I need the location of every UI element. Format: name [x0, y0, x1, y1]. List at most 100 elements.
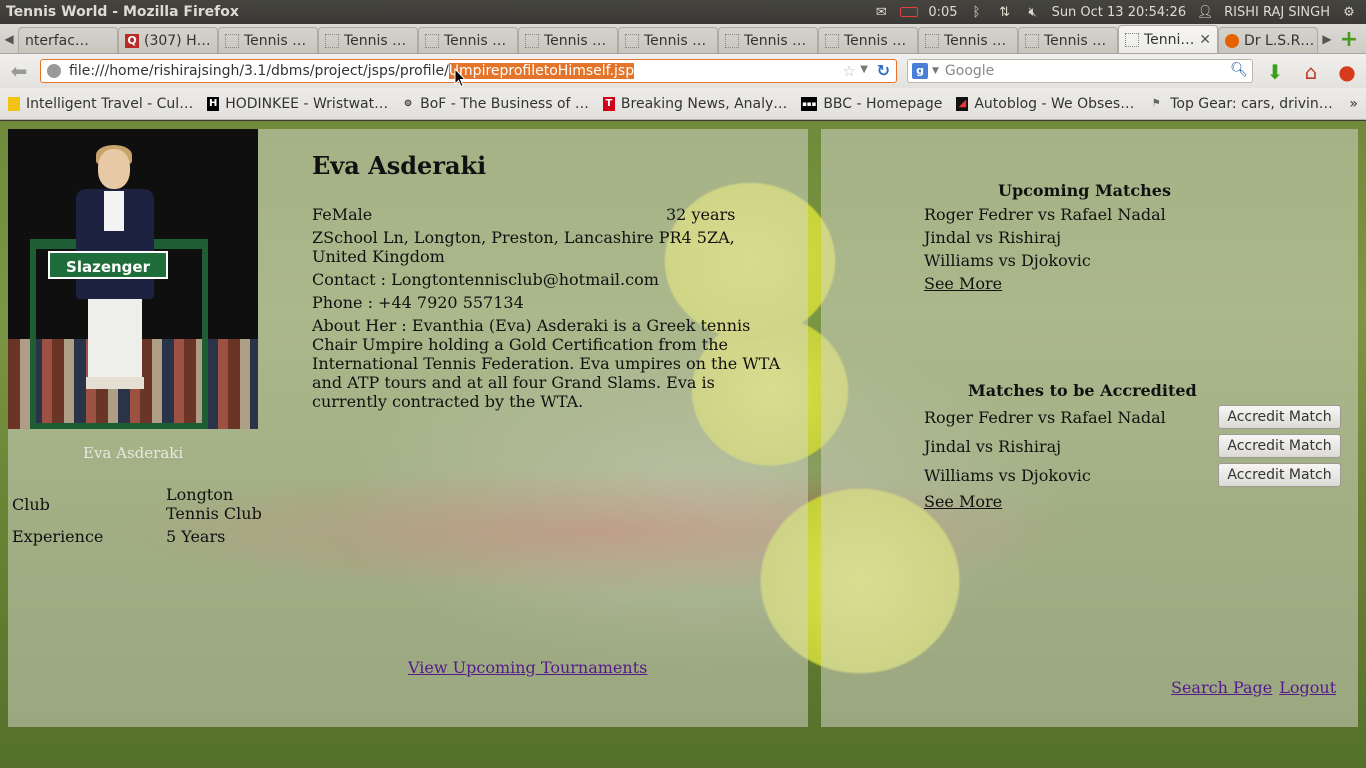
accredit-match-button[interactable]: Accredit Match	[1218, 405, 1341, 429]
search-placeholder: Google	[944, 63, 995, 79]
bookmark-item[interactable]: ⊚ BoF - The Business of …	[402, 96, 589, 112]
blank-page-icon	[725, 33, 739, 48]
bookmark-star-icon[interactable]: ☆	[843, 62, 856, 80]
browser-tab[interactable]: Tennis …	[518, 27, 618, 53]
page-content: Slazenger Eva Asderaki Club Longton Tenn…	[0, 121, 1366, 768]
browser-tab[interactable]: Tennis …	[218, 27, 318, 53]
browser-tab[interactable]: Tennis …	[1018, 27, 1118, 53]
blank-page-icon	[1125, 32, 1139, 47]
browser-tab[interactable]: nterfac…	[18, 27, 118, 53]
new-tab-icon[interactable]: +	[1336, 25, 1362, 53]
upcoming-match-item: Roger Fedrer vs Rafael Nadal	[924, 205, 1166, 224]
tab-label: Tennis …	[244, 32, 307, 49]
browser-tab[interactable]: Dr L.S.R…	[1218, 27, 1318, 53]
photo-umpire-figure	[68, 145, 158, 419]
tab-strip: ◀ nterfac… Q (307) H… Tennis … Tennis … T…	[0, 24, 1366, 54]
system-tray: ✉ 0:05 ᛒ ⇅ 🔇︎ Sun Oct 13 20:54:26 👤︎ RIS…	[872, 5, 1366, 20]
browser-tab[interactable]: Tennis …	[918, 27, 1018, 53]
club-label: Club	[12, 495, 50, 514]
mouse-cursor-icon	[454, 68, 466, 88]
google-engine-icon[interactable]: g	[912, 63, 928, 79]
search-bar[interactable]: g ▼ Google 🔍︎	[907, 59, 1253, 83]
bookmark-item[interactable]: ▪▪▪ BBC - Homepage	[801, 96, 942, 112]
url-text: file:///home/rishirajsingh/3.1/dbms/proj…	[69, 63, 449, 79]
bookmark-yellow-icon	[8, 96, 20, 111]
tab-label: Tennis …	[644, 32, 707, 49]
bookmark-item[interactable]: H HODINKEE - Wristwat…	[207, 96, 388, 112]
home-icon[interactable]: ⌂	[1299, 60, 1323, 84]
mail-icon[interactable]: ✉	[872, 5, 890, 20]
user-name[interactable]: RISHI RAJ SINGH	[1224, 5, 1330, 20]
reload-icon[interactable]: ↻	[877, 61, 890, 80]
list-all-tabs-icon[interactable]: ▾	[1362, 25, 1366, 53]
tab-label: Tenni…	[1144, 31, 1195, 48]
url-bar[interactable]: file:///home/rishirajsingh/3.1/dbms/proj…	[40, 59, 897, 83]
quora-icon: Q	[125, 33, 139, 48]
bookmark-item[interactable]: Intelligent Travel - Cul…	[8, 96, 193, 112]
club-value: Longton Tennis Club	[166, 485, 262, 523]
upcoming-matches-title: Upcoming Matches	[998, 181, 1171, 200]
bluetooth-icon[interactable]: ᛒ	[968, 5, 986, 20]
bookmark-item[interactable]: ⚑ Top Gear: cars, drivin…	[1148, 96, 1333, 112]
bookmark-label: BBC - Homepage	[823, 95, 943, 112]
experience-label: Experience	[12, 527, 104, 546]
bookmark-label: Autoblog - We Obses…	[974, 95, 1135, 112]
volume-muted-icon[interactable]: 🔇︎	[1024, 5, 1042, 20]
browser-tab-active[interactable]: Tenni… ✕	[1118, 25, 1218, 53]
browser-tab[interactable]: Tennis …	[618, 27, 718, 53]
back-arrow-icon[interactable]: ⬅	[4, 56, 34, 86]
bookmark-label: Intelligent Travel - Cul…	[26, 95, 194, 112]
autoblog-icon: ◢	[956, 96, 969, 111]
close-tab-icon[interactable]: ✕	[1199, 32, 1211, 48]
footer-links: Search Page Logout	[1171, 678, 1336, 697]
firefox-menu-icon[interactable]: ●	[1335, 60, 1359, 84]
os-top-panel: Tennis World - Mozilla Firefox ✉ 0:05 ᛒ …	[0, 0, 1366, 24]
tab-label: Dr L.S.R…	[1244, 32, 1315, 49]
clock[interactable]: Sun Oct 13 20:54:26	[1052, 5, 1187, 20]
photo-shirt	[104, 191, 124, 231]
network-icon[interactable]: ⇅	[996, 5, 1014, 20]
bookmark-item[interactable]: T Breaking News, Analy…	[602, 96, 787, 112]
history-dropdown-icon[interactable]: ▼	[860, 64, 868, 75]
info-row-experience: Experience 5 Years	[12, 527, 262, 546]
tab-label: Tennis …	[1044, 32, 1107, 49]
bookmark-label: Top Gear: cars, drivin…	[1170, 95, 1333, 112]
accredit-see-more-link[interactable]: See More	[924, 492, 1002, 511]
downloads-icon[interactable]: ⬇	[1263, 60, 1287, 84]
firefox-icon	[1225, 33, 1239, 48]
bookmark-item[interactable]: ◢ Autoblog - We Obses…	[956, 96, 1134, 112]
more-bookmarks-icon[interactable]: »	[1349, 96, 1358, 112]
bbc-icon: ▪▪▪	[801, 96, 818, 111]
slazenger-logo: Slazenger	[48, 251, 168, 279]
browser-tab[interactable]: Q (307) H…	[118, 27, 218, 53]
bookmark-label: HODINKEE - Wristwat…	[225, 95, 389, 112]
battery-icon[interactable]	[900, 7, 919, 17]
photo-shoes	[86, 377, 144, 389]
photo-caption: Eva Asderaki	[83, 444, 184, 462]
accredit-match-button[interactable]: Accredit Match	[1218, 463, 1341, 487]
accredit-match-item: Roger Fedrer vs Rafael Nadal	[924, 408, 1166, 427]
scroll-tabs-right-icon[interactable]: ▶	[1318, 25, 1336, 53]
url-selected-text: UmpireprofiletoHimself.jsp	[448, 63, 635, 79]
blank-page-icon	[225, 33, 239, 48]
browser-tab[interactable]: Tennis …	[418, 27, 518, 53]
hodinkee-icon: H	[207, 96, 220, 111]
scroll-tabs-left-icon[interactable]: ◀	[0, 25, 18, 53]
gear-icon[interactable]: ⚙	[1340, 5, 1358, 20]
browser-tab[interactable]: Tennis …	[718, 27, 818, 53]
tab-label: Tennis …	[544, 32, 607, 49]
search-page-link[interactable]: Search Page	[1171, 678, 1272, 697]
tab-label: Tennis …	[844, 32, 907, 49]
upcoming-see-more-link[interactable]: See More	[924, 274, 1002, 293]
view-upcoming-tournaments-link[interactable]: View Upcoming Tournaments	[408, 658, 647, 677]
blank-page-icon	[1025, 33, 1039, 48]
engine-dropdown-icon[interactable]: ▼	[932, 66, 939, 76]
logout-link[interactable]: Logout	[1279, 678, 1336, 697]
browser-tab[interactable]: Tennis …	[818, 27, 918, 53]
bookmark-label: BoF - The Business of …	[420, 95, 589, 112]
accredit-match-item: Williams vs Djokovic	[924, 466, 1091, 485]
search-icon[interactable]: 🔍︎	[1230, 62, 1248, 80]
accredit-match-button[interactable]: Accredit Match	[1218, 434, 1341, 458]
blank-page-icon	[525, 33, 539, 48]
browser-tab[interactable]: Tennis …	[318, 27, 418, 53]
